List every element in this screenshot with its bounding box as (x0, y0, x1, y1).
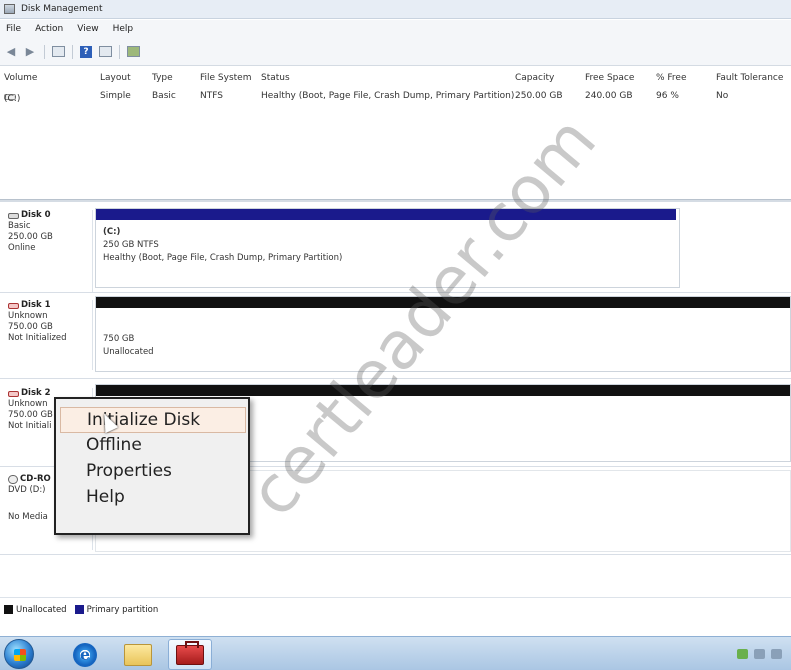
type-cell: Basic (152, 91, 176, 101)
legend-item-unallocated: Unallocated (4, 605, 67, 615)
windows-logo-icon (14, 649, 26, 661)
taskbar-internet-explorer[interactable]: e (63, 639, 107, 670)
col-capacity[interactable]: Capacity (515, 73, 554, 83)
menu-item-initialize-disk[interactable]: Initialize Disk (60, 407, 246, 433)
toolbar-separator (72, 44, 73, 59)
disk-name: CD-RO (20, 474, 51, 484)
col-volume[interactable]: Volume (4, 73, 37, 83)
action-center-icon[interactable] (737, 649, 748, 659)
layout-cell: Simple (100, 91, 131, 101)
pct-free-cell: 96 % (656, 91, 679, 101)
partition-c[interactable]: (C:) 250 GB NTFS Healthy (Boot, Page Fil… (95, 208, 680, 288)
title-bar: Disk Management (0, 0, 791, 19)
screen: Disk Management File Action View Help ◀ … (0, 0, 791, 670)
col-layout[interactable]: Layout (100, 73, 131, 83)
divider (0, 292, 791, 293)
start-button[interactable] (4, 639, 34, 669)
toolbar: ◀ ▶ ? (0, 38, 791, 66)
volume-table-header: Volume Layout Type File System Status Ca… (0, 70, 791, 86)
menu-item-properties[interactable]: Properties (60, 459, 246, 485)
menu-item-help[interactable]: Help (60, 485, 246, 511)
unallocated-bar (96, 385, 790, 396)
disk-management-icon (4, 4, 15, 14)
menu-action[interactable]: Action (35, 24, 63, 34)
context-menu: Initialize Disk Offline Properties Help (54, 397, 250, 535)
disk-1-label[interactable]: Disk 1 Unknown 750.00 GB Not Initialized (0, 300, 93, 370)
menu-item-offline[interactable]: Offline (60, 433, 246, 459)
help-button[interactable]: ? (79, 45, 93, 59)
disk-name: Disk 1 (21, 300, 51, 310)
col-type[interactable]: Type (152, 73, 173, 83)
col-pct-free[interactable]: % Free (656, 73, 687, 83)
partition-label: (C:) (103, 227, 121, 237)
partition-status: Unallocated (103, 347, 154, 357)
back-arrow-icon[interactable]: ◀ (4, 45, 18, 59)
fault-tolerance-cell: No (716, 91, 729, 101)
menu-help[interactable]: Help (113, 24, 134, 34)
unallocated-space-disk-1[interactable]: 750 GB Unallocated (95, 296, 791, 372)
divider (0, 378, 791, 379)
disk-name: Disk 0 (21, 210, 51, 220)
disk-size: 250.00 GB (8, 232, 53, 242)
primary-partition-bar (96, 209, 676, 220)
partition-size: 750 GB (103, 334, 135, 344)
disk-0-label[interactable]: Disk 0 Basic 250.00 GB Online (0, 210, 93, 292)
error-disk-icon (8, 302, 19, 309)
taskbar: e (0, 636, 791, 670)
disk-size: 750.00 GB (8, 322, 53, 332)
menu-file[interactable]: File (6, 24, 21, 34)
internet-explorer-icon: e (73, 642, 97, 667)
taskbar-windows-explorer[interactable] (116, 639, 160, 670)
volume-icon[interactable] (771, 649, 782, 659)
file-system-cell: NTFS (200, 91, 223, 101)
properties-button[interactable] (126, 45, 140, 59)
toolbar-separator (44, 44, 45, 59)
window-title: Disk Management (21, 4, 103, 14)
disk-type: Unknown (8, 311, 48, 321)
network-icon[interactable] (754, 649, 765, 659)
status-cell: Healthy (Boot, Page File, Crash Dump, Pr… (261, 91, 515, 101)
error-disk-icon (8, 390, 19, 397)
col-file-system[interactable]: File System (200, 73, 251, 83)
free-space-cell: 240.00 GB (585, 91, 633, 101)
show-hide-console-tree-button[interactable] (51, 45, 65, 59)
partition-status: Healthy (Boot, Page File, Crash Dump, Pr… (103, 253, 343, 263)
legend-swatch (74, 605, 84, 614)
divider (0, 554, 791, 555)
disk-type: Basic (8, 221, 31, 231)
help-icon: ? (80, 45, 92, 58)
capacity-cell: 250.00 GB (515, 91, 563, 101)
legend: Unallocated Primary partition (0, 597, 791, 621)
menu-bar: File Action View Help (0, 20, 791, 38)
disk-status: Online (8, 243, 36, 253)
legend-swatch (4, 605, 13, 614)
show-action-pane-button[interactable] (98, 45, 112, 59)
forward-arrow-icon[interactable]: ▶ (23, 45, 37, 59)
folder-icon (124, 643, 152, 666)
hard-disk-icon (8, 212, 19, 219)
legend-item-primary: Primary partition (74, 605, 158, 615)
col-free-space[interactable]: Free Space (585, 73, 634, 83)
toolbox-icon (176, 640, 204, 665)
disk-status: Not Initialized (8, 333, 67, 343)
taskbar-server-manager[interactable] (168, 639, 212, 670)
cd-drive-icon (8, 475, 18, 484)
disk-name: Disk 2 (21, 388, 51, 398)
menu-view[interactable]: View (77, 24, 98, 34)
toolbar-separator (119, 44, 120, 59)
partition-size: 250 GB NTFS (103, 240, 159, 250)
col-status[interactable]: Status (261, 73, 290, 83)
col-fault-tolerance[interactable]: Fault Tolerance (716, 73, 783, 83)
unallocated-bar (96, 297, 790, 308)
table-row[interactable]: (C:) Simple Basic NTFS Healthy (Boot, Pa… (0, 88, 791, 104)
